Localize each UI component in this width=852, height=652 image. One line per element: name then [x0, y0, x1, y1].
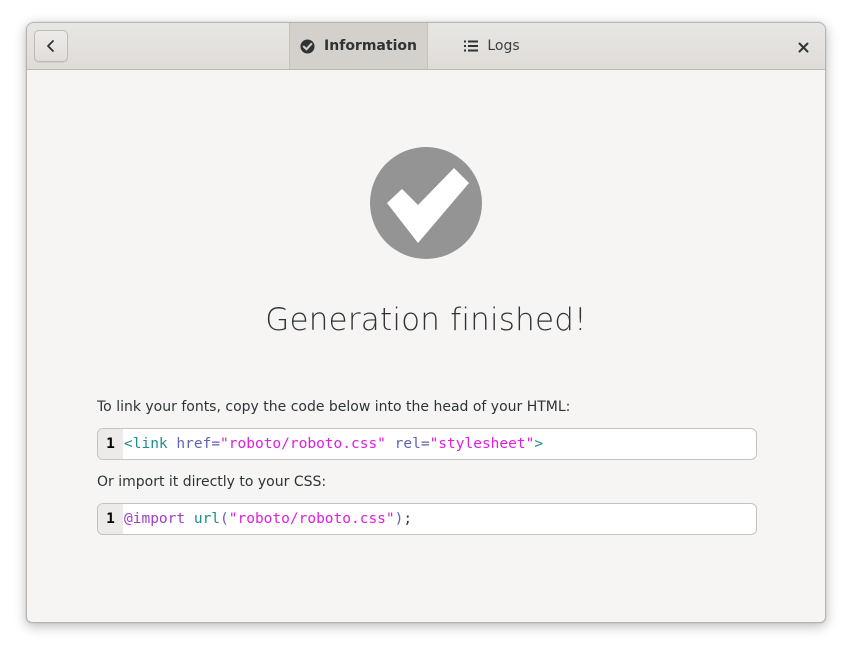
- close-icon: [798, 42, 809, 53]
- code-token: "roboto/roboto.css": [220, 436, 386, 452]
- css-instruction: Or import it directly to your CSS:: [97, 474, 327, 490]
- check-circle-icon: [300, 38, 315, 54]
- list-icon: [464, 40, 479, 52]
- code-token: url: [185, 511, 221, 527]
- code-token: =: [211, 436, 221, 452]
- header-bar: Information Logs: [27, 23, 825, 70]
- code-token: >: [534, 436, 544, 452]
- code-token: (: [220, 511, 229, 527]
- code-token: @import: [124, 511, 186, 527]
- line-number: 1: [98, 429, 123, 459]
- code-token: <link: [124, 436, 168, 452]
- back-button[interactable]: [34, 30, 68, 62]
- line-number: 1: [98, 504, 123, 534]
- code-token: "roboto/roboto.css": [228, 511, 395, 527]
- code-line[interactable]: @import url("roboto/roboto.css");: [123, 511, 412, 527]
- code-token: href: [167, 436, 212, 452]
- checkmark-icon: [370, 147, 482, 259]
- chevron-left-icon: [44, 39, 58, 53]
- html-code-snippet[interactable]: 1 <link href="roboto/roboto.css" rel="st…: [97, 428, 757, 460]
- tab-logs-label: Logs: [487, 38, 520, 54]
- tab-logs[interactable]: Logs: [428, 23, 556, 69]
- code-line[interactable]: <link href="roboto/roboto.css" rel="styl…: [123, 436, 543, 452]
- close-button[interactable]: [793, 37, 813, 57]
- code-token: rel: [385, 436, 421, 452]
- css-code-snippet[interactable]: 1 @import url("roboto/roboto.css");: [97, 503, 757, 535]
- code-token: ;: [403, 511, 413, 527]
- tab-information-label: Information: [324, 38, 417, 54]
- code-token: =: [420, 436, 430, 452]
- tab-information[interactable]: Information: [289, 23, 428, 69]
- html-instruction: To link your fonts, copy the code below …: [97, 399, 571, 415]
- view-switcher: Information Logs: [289, 23, 556, 69]
- app-window: Information Logs Generation finished! To…: [26, 22, 826, 623]
- code-token: "stylesheet": [429, 436, 535, 452]
- status-headline: Generation finished!: [265, 302, 587, 338]
